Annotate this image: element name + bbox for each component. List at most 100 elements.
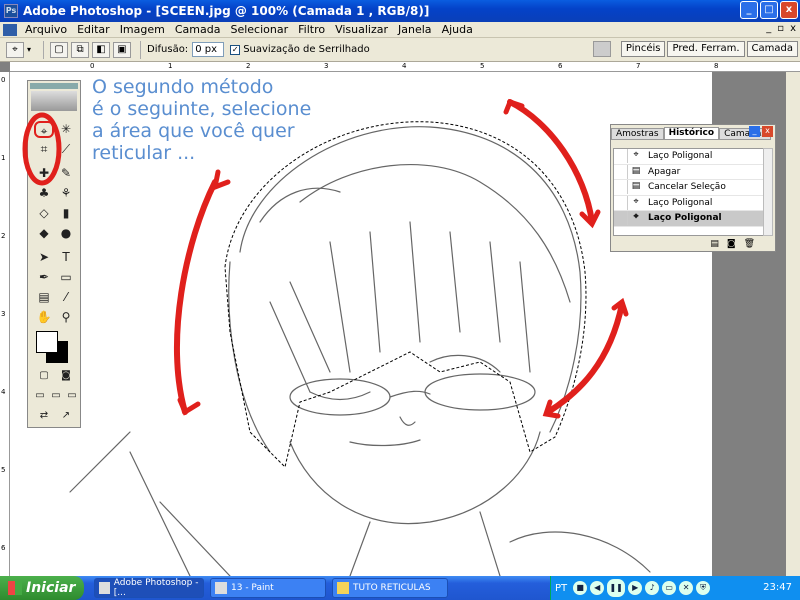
polygonal-lasso-preset-icon[interactable]: ⌖ (6, 41, 24, 58)
dodge-tool-icon[interactable]: ● (56, 225, 76, 242)
start-button[interactable]: Iniciar (0, 576, 84, 600)
window-title: Adobe Photoshop - [SCEEN.jpg @ 100% (Cam… (23, 4, 430, 18)
well-tab-tool-presets[interactable]: Pred. Ferram. (667, 41, 745, 57)
task-photoshop[interactable]: Adobe Photoshop - [... (94, 578, 204, 598)
close-button[interactable]: x (780, 1, 798, 19)
history-list: ⌖ Laço Poligonal ▤ Apagar ▤ Cancelar Seleçã… (613, 148, 765, 236)
history-state[interactable]: ▤ Cancelar Seleção (614, 180, 764, 196)
lasso-icon: ⌖ (633, 196, 639, 207)
maximize-button[interactable]: □ (760, 1, 778, 19)
standard-mode-icon[interactable]: ▢ (34, 367, 54, 384)
menu-editar[interactable]: Editar (72, 23, 115, 36)
foreground-color-swatch[interactable] (36, 331, 58, 353)
stop-icon[interactable]: ■ (573, 581, 588, 595)
pause-icon[interactable]: ❚❚ (607, 579, 626, 597)
history-close-button[interactable]: x (762, 126, 773, 137)
menu-selecionar[interactable]: Selecionar (225, 23, 293, 36)
tab-historico[interactable]: Histórico (663, 127, 720, 140)
blur-tool-icon[interactable]: ◆ (34, 225, 54, 242)
history-state[interactable]: ⌖ Laço Poligonal (614, 195, 764, 211)
menu-bar: Arquivo Editar Imagem Camada Selecionar … (0, 22, 800, 38)
feather-logo[interactable] (31, 91, 77, 111)
history-minimize-button[interactable]: _ (749, 126, 760, 137)
well-tab-brushes[interactable]: Pincéis (620, 41, 666, 57)
new-snapshot-icon[interactable]: ◙ (727, 239, 736, 249)
document-icon: ▤ (631, 165, 641, 176)
menu-visualizar[interactable]: Visualizar (330, 23, 393, 36)
intersect-selection-icon[interactable]: ▣ (113, 41, 132, 58)
antialias-checkbox[interactable]: ✓ (230, 44, 241, 55)
minimize-button[interactable]: _ (740, 1, 758, 19)
windows-flag-icon (8, 581, 22, 595)
menu-imagem[interactable]: Imagem (115, 23, 170, 36)
photoshop-app-icon: Ps (4, 4, 18, 18)
lasso-icon: ⌖ (633, 150, 639, 161)
previous-icon[interactable]: ◀ (590, 581, 605, 595)
tutorial-line-1: O segundo método (92, 76, 274, 98)
clock: 23:47 (763, 582, 792, 593)
document-window-controls: _ ▫ x (766, 23, 796, 34)
delete-state-icon[interactable]: 🗑 (744, 239, 755, 249)
document-icon: ▤ (631, 181, 641, 192)
add-selection-icon[interactable]: ⧉ (71, 41, 90, 58)
paint-task-icon (215, 582, 227, 594)
menu-camada[interactable]: Camada (170, 23, 226, 36)
red-arrow-left (174, 179, 218, 415)
volume-icon[interactable]: ♪ (645, 581, 660, 595)
path-selection-tool-icon[interactable]: ➤ (34, 249, 54, 266)
quick-mask-mode-icon[interactable]: ◙ (56, 367, 76, 384)
network-icon[interactable]: ✕ (679, 581, 694, 595)
history-scrollbar[interactable] (763, 148, 773, 236)
gradient-tool-icon[interactable]: ▮ (56, 205, 76, 222)
antialias-label: Suavização de Serrilhado (243, 44, 370, 55)
tutorial-line-4: reticular ... (92, 142, 196, 164)
restore-player-icon[interactable]: ▭ (662, 581, 677, 595)
imageready-icon[interactable]: ↗ (56, 407, 76, 424)
menu-janela[interactable]: Janela (393, 23, 437, 36)
task-folder[interactable]: TUTO RETICULAS (332, 578, 448, 598)
new-document-from-state-icon[interactable]: ▤ (710, 239, 719, 249)
security-icon[interactable]: ⛨ (696, 581, 711, 595)
doc-restore-button[interactable]: ▫ (777, 23, 784, 34)
horizontal-ruler: 0 1 2 3 4 5 6 7 8 (10, 62, 800, 72)
shape-tool-icon[interactable]: ▭ (56, 269, 76, 286)
task-paint[interactable]: 13 - Paint (210, 578, 326, 598)
jump-to-imageready-icon[interactable]: ⇄ (34, 407, 54, 424)
tutorial-line-3: a área que você quer (92, 120, 295, 142)
type-tool-icon[interactable]: T (56, 249, 76, 266)
screen-mode-full-icon[interactable]: ▭ (62, 387, 82, 404)
language-indicator[interactable]: PT (555, 583, 567, 594)
history-state[interactable]: ▤ Apagar (614, 164, 764, 180)
history-palette: Amostras Histórico Camadas _ x ⌖ Laço Pol… (610, 124, 776, 252)
pen-tool-icon[interactable]: ✒ (34, 269, 54, 286)
new-selection-icon[interactable]: ▢ (50, 41, 69, 58)
tab-amostras[interactable]: Amostras (611, 128, 664, 140)
vertical-scrollbar[interactable] (786, 72, 800, 576)
menu-arquivo[interactable]: Arquivo (20, 23, 72, 36)
menu-filtro[interactable]: Filtro (293, 23, 330, 36)
file-browser-icon[interactable] (592, 41, 611, 57)
photoshop-menu-icon[interactable] (3, 23, 17, 36)
next-icon[interactable]: ▶ (628, 581, 643, 595)
preset-dropdown-arrow-icon[interactable]: ▾ (27, 45, 31, 54)
history-state[interactable]: ⌖ Laço Poligonal (614, 149, 764, 165)
zoom-tool-icon[interactable]: ⚲ (56, 309, 76, 326)
palette-well: Pincéis Pred. Ferram. Camada (592, 41, 798, 57)
well-tab-layer-comps[interactable]: Camada (746, 41, 798, 57)
notes-tool-icon[interactable]: ▤ (34, 289, 54, 306)
title-bar: Ps Adobe Photoshop - [SCEEN.jpg @ 100% (… (0, 0, 800, 22)
eraser-tool-icon[interactable]: ◇ (34, 205, 54, 222)
history-state-selected[interactable]: ⌖ Laço Poligonal (614, 211, 764, 227)
subtract-selection-icon[interactable]: ◧ (92, 41, 111, 58)
doc-minimize-button[interactable]: _ (766, 23, 771, 34)
doc-close-button[interactable]: x (790, 23, 796, 34)
hand-tool-icon[interactable]: ✋ (34, 309, 54, 326)
vertical-ruler: 0 1 2 3 4 5 6 (0, 72, 10, 576)
red-arrow-top-right (507, 99, 595, 225)
tutorial-line-2: é o seguinte, selecione (92, 98, 312, 120)
toolbox-title[interactable] (30, 83, 78, 89)
menu-ajuda[interactable]: Ajuda (437, 23, 478, 36)
feather-input[interactable]: 0 px (192, 42, 225, 57)
selection-marquee (224, 121, 587, 468)
eyedropper-tool-icon[interactable]: ⁄ (56, 289, 76, 306)
